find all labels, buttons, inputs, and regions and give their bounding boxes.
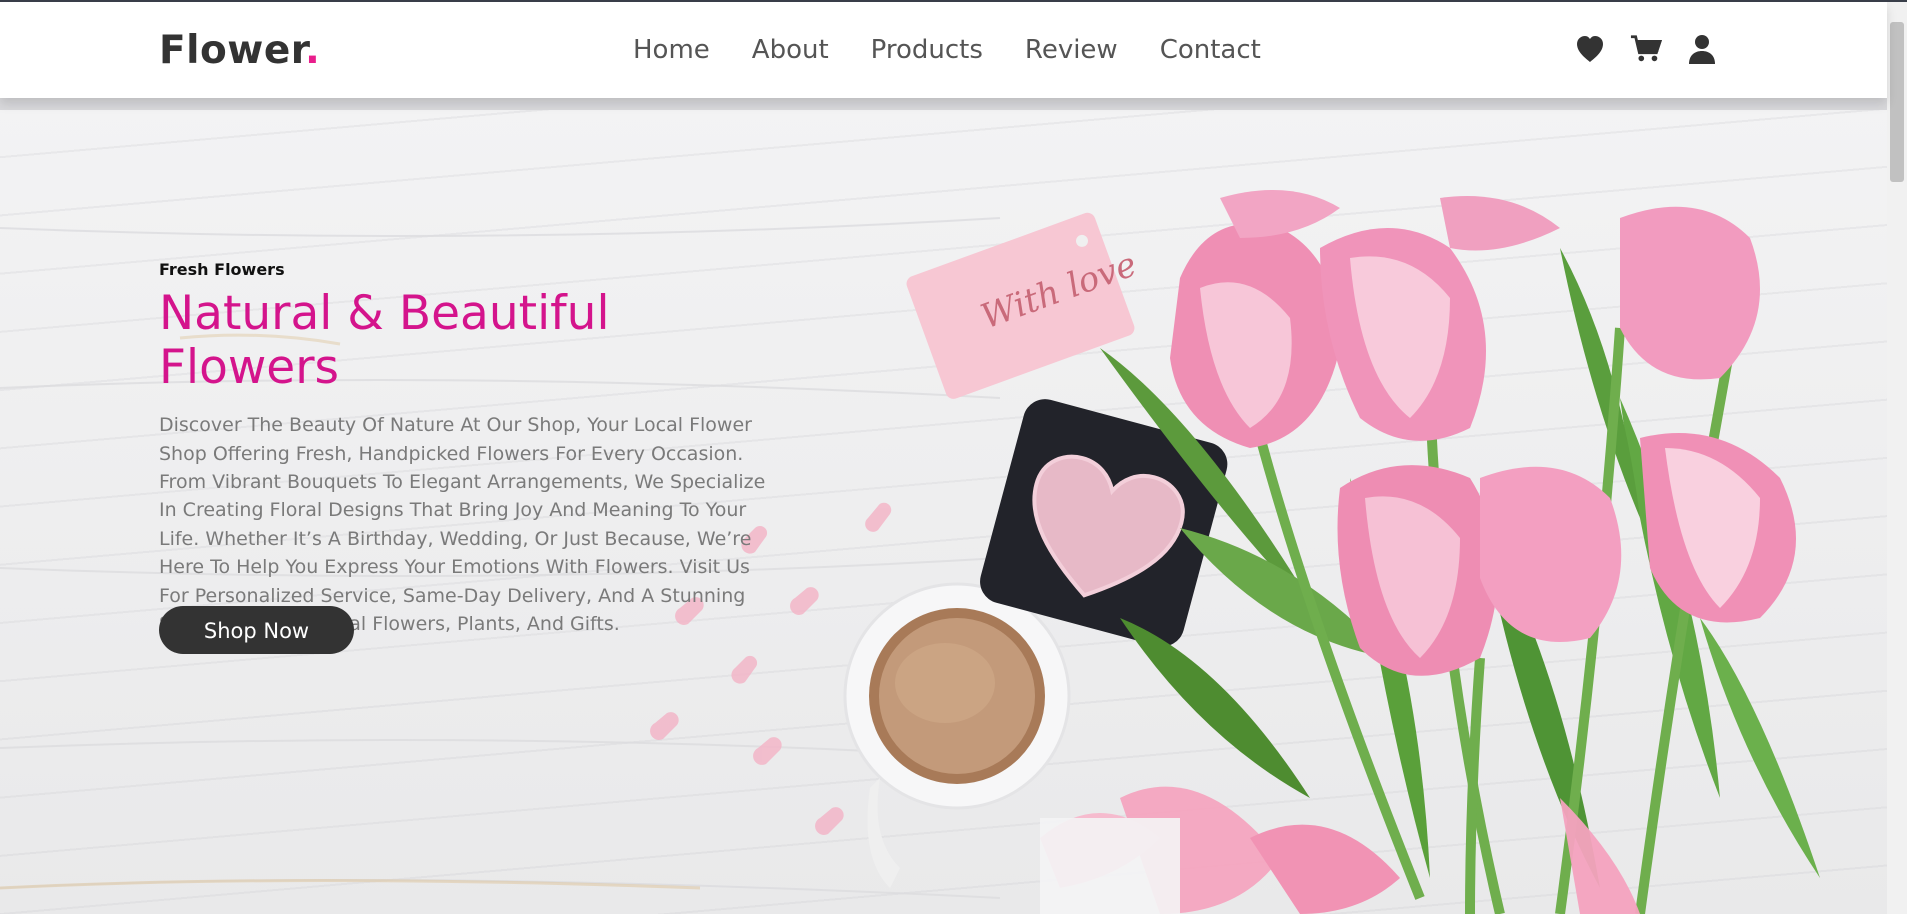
site-header: Flower. Home About Products Review Conta… xyxy=(0,2,1887,98)
nav-about[interactable]: About xyxy=(752,35,829,65)
main-nav: Home About Products Review Contact xyxy=(633,35,1303,65)
brand-dot: . xyxy=(304,28,321,73)
hero-section: With love Fresh Flowers Natural & Beauti… xyxy=(0,98,1887,914)
scrollbar-thumb[interactable] xyxy=(1890,22,1904,182)
nav-review[interactable]: Review xyxy=(1025,35,1118,65)
brand-logo[interactable]: Flower. xyxy=(159,28,320,73)
shop-now-button[interactable]: Shop Now xyxy=(159,606,354,654)
hero-description: Discover The Beauty Of Nature At Our Sho… xyxy=(159,414,766,635)
brand-name: Flower xyxy=(159,28,305,73)
hero-eyebrow: Fresh Flowers xyxy=(159,260,285,279)
cart-icon[interactable] xyxy=(1630,32,1663,66)
page-scrollbar[interactable] xyxy=(1887,2,1907,914)
nav-contact[interactable]: Contact xyxy=(1160,35,1261,65)
header-icons xyxy=(1574,32,1718,66)
heart-icon[interactable] xyxy=(1574,32,1606,66)
hero-text-block: Fresh Flowers Natural & Beautiful Flower… xyxy=(159,260,769,638)
hero-title: Natural & Beautiful Flowers xyxy=(159,286,610,396)
nav-home[interactable]: Home xyxy=(633,35,710,65)
nav-products[interactable]: Products xyxy=(871,35,983,65)
user-icon[interactable] xyxy=(1686,32,1718,66)
